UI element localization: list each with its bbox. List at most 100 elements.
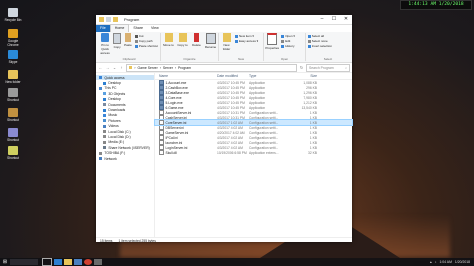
pin-to-quick-access-button[interactable]: Pin to Quick access xyxy=(100,33,110,57)
desktop-icon[interactable]: Shortcut xyxy=(2,146,24,160)
properties-icon[interactable] xyxy=(106,17,111,22)
minimize-button[interactable]: – xyxy=(316,15,328,24)
desktop-icon-label: Shortcut xyxy=(7,98,19,102)
forward-arrow-icon[interactable]: → xyxy=(105,65,110,70)
file-size: 1 KB xyxy=(309,135,317,140)
new-item-button[interactable]: New item ▾ xyxy=(235,34,258,38)
taskbar-time[interactable]: 1:04 AM xyxy=(439,260,451,264)
desktop-icon-label: Skype xyxy=(8,60,18,64)
download-icon xyxy=(103,108,107,112)
search-input[interactable]: Search Program ⌕ xyxy=(306,63,350,72)
desktop-icon[interactable]: Skype xyxy=(2,50,24,64)
copy-to-button[interactable]: Copy to xyxy=(177,33,188,57)
breadcrumb-server[interactable]: Server xyxy=(163,66,173,70)
paste-shortcut-button[interactable]: Paste shortcut xyxy=(134,44,158,48)
select-group: Select all Select none Invert selection … xyxy=(306,33,350,61)
desktop-icon[interactable]: New folder xyxy=(2,70,24,84)
network-tray-icon[interactable]: ▴ xyxy=(430,260,432,264)
edit-button[interactable]: Edit xyxy=(281,39,295,43)
desktop-icon[interactable]: Shortcut xyxy=(2,128,24,142)
address-bar[interactable]: › Game Server › Server › Program xyxy=(126,63,297,72)
select-none-button[interactable]: Select none xyxy=(307,39,332,43)
properties-icon xyxy=(267,33,278,45)
window-title: Program xyxy=(124,17,140,22)
up-arrow-icon[interactable]: ↑ xyxy=(119,65,124,70)
column-date-modified[interactable]: Date modified xyxy=(217,74,249,78)
volume-tray-icon[interactable]: ♪ xyxy=(435,260,437,264)
new-folder-button[interactable]: New folder xyxy=(221,33,232,57)
taskbar-date[interactable]: 1/20/2018 xyxy=(455,260,470,264)
cut-button[interactable]: Cut xyxy=(134,34,158,38)
copy-path-button[interactable]: Copy path xyxy=(134,39,158,43)
selection-info: 1 item selected 255 bytes xyxy=(118,238,156,243)
store-icon[interactable] xyxy=(74,259,82,265)
task-view-icon[interactable] xyxy=(42,258,52,266)
refresh-icon[interactable]: ↻ xyxy=(299,65,304,70)
close-button[interactable]: ✕ xyxy=(340,15,352,24)
history-button[interactable]: History xyxy=(281,44,295,48)
properties-button[interactable]: Properties xyxy=(265,33,279,57)
move-to-button[interactable]: Move to xyxy=(163,33,174,57)
maximize-button[interactable]: ☐ xyxy=(328,15,340,24)
desktop-icon[interactable]: Shortcut xyxy=(2,108,24,122)
column-name[interactable]: Name xyxy=(159,74,217,78)
tab-home[interactable]: Home xyxy=(109,24,130,32)
desktop-icon[interactable]: Recycle Bin xyxy=(2,8,24,22)
nav-item-label: 3D Objects xyxy=(108,91,126,96)
file-explorer-icon[interactable] xyxy=(64,259,72,265)
file-date: 4/20/2017 4:02 AM xyxy=(217,130,245,135)
column-type[interactable]: Type xyxy=(249,74,295,78)
file-size: 1,088 KB xyxy=(303,80,317,85)
tab-view[interactable]: View xyxy=(147,25,163,32)
file-size: 13,540 KB xyxy=(301,105,317,110)
nav-item[interactable]: Network xyxy=(96,156,154,161)
copy-path-icon xyxy=(134,39,138,43)
file-date: 4/3/2017 10:45 PM xyxy=(217,95,245,100)
organize-group-label: Organize xyxy=(183,57,196,61)
network-icon xyxy=(99,157,103,161)
file-explorer-window: Program – ☐ ✕ File Home Share View Pin t… xyxy=(96,15,353,243)
edit-icon xyxy=(281,39,285,43)
new-item-icon xyxy=(235,34,238,38)
rename-button[interactable]: Rename xyxy=(205,33,216,57)
taskbar-search[interactable] xyxy=(10,259,38,265)
back-arrow-icon[interactable]: ← xyxy=(98,65,103,70)
folder-icon[interactable] xyxy=(99,17,104,22)
nav-item-label: Music xyxy=(108,113,118,118)
file-type: Application xyxy=(249,85,266,90)
taskbar-app-icon[interactable] xyxy=(94,259,102,265)
recent-chevron-icon[interactable]: ⌄ xyxy=(112,65,117,70)
chrome-icon[interactable] xyxy=(84,259,92,265)
desktop-icon-label: Shortcut xyxy=(7,118,19,122)
tab-file[interactable]: File xyxy=(96,25,110,32)
drive-icon xyxy=(103,130,107,134)
desktop-icon[interactable]: Google Chrome xyxy=(2,29,24,47)
column-size[interactable]: Size xyxy=(295,74,317,78)
tab-share[interactable]: Share xyxy=(129,25,147,32)
select-all-button[interactable]: Select all xyxy=(307,34,332,38)
file-type: Configuration setti... xyxy=(249,120,279,125)
breadcrumb-program[interactable]: Program xyxy=(178,66,191,70)
easy-access-button[interactable]: Easy access ▾ xyxy=(235,39,258,43)
desktop-icon[interactable]: Shortcut xyxy=(2,88,24,102)
edge-icon[interactable] xyxy=(54,259,62,265)
breadcrumb-game-server[interactable]: Game Server xyxy=(138,66,158,70)
file-date: 4/3/2017 10:45 PM xyxy=(217,100,245,105)
copy-button[interactable]: Copy xyxy=(113,33,122,57)
file-size: 1 KB xyxy=(309,115,317,120)
start-button[interactable]: ⊞ xyxy=(0,259,10,265)
file-row[interactable]: Skull.dll 10/19/2006 6:58 PM Application e… xyxy=(155,149,352,156)
paste-button[interactable]: Paste xyxy=(124,33,132,57)
file-list: Name Date modified Type Size 1.Account.e… xyxy=(154,73,353,237)
new-group: New folder New item ▾ Easy access ▾ New xyxy=(219,33,265,61)
file-date: 4/3/2017 10:45 PM xyxy=(217,90,245,95)
invert-selection-button[interactable]: Invert selection xyxy=(307,44,332,48)
new-folder-icon xyxy=(222,33,231,42)
star-icon xyxy=(99,76,103,80)
file-date: 4/3/2017 4:02 AM xyxy=(217,135,243,140)
nav-item-label: Quick access xyxy=(104,75,125,80)
file-date: 4/3/2017 10:45 PM xyxy=(217,85,245,90)
delete-button[interactable]: Delete xyxy=(191,33,202,57)
open-button[interactable]: Open ▾ xyxy=(281,34,295,38)
desktop-icon xyxy=(103,81,107,85)
